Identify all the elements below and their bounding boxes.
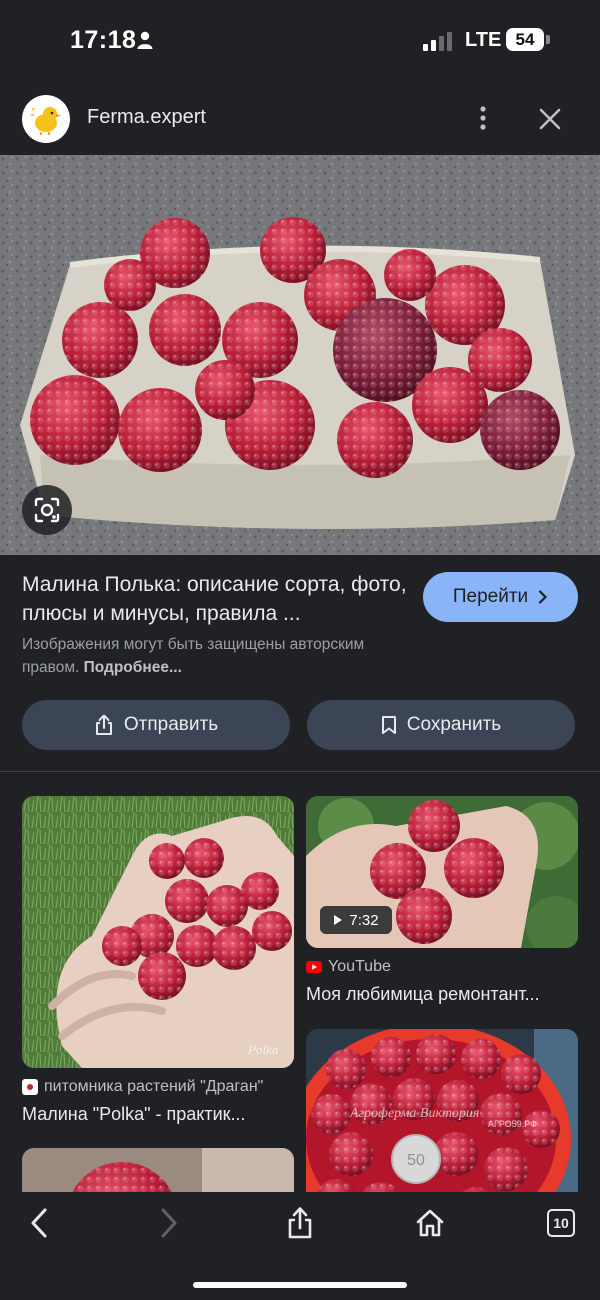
network-type: LTE: [465, 29, 502, 51]
play-icon: [334, 915, 343, 925]
home-indicator: [193, 1282, 407, 1288]
result-1-source-name: питомника растений "Драган": [44, 1078, 264, 1095]
video-duration: 7:32: [349, 911, 379, 929]
home-button[interactable]: [413, 1206, 447, 1240]
share-button[interactable]: Отправить: [22, 700, 290, 750]
result-2-source-name: YouTube: [328, 958, 391, 975]
result-title[interactable]: Малина Полька: описание сорта, фото, плю…: [22, 570, 412, 628]
copyright-notice: Изображения могут быть защищены авторски…: [22, 633, 422, 679]
divider: [0, 771, 600, 772]
tabs-button[interactable]: 10: [547, 1209, 575, 1237]
more-vert-icon[interactable]: [470, 104, 496, 132]
share-label: Отправить: [123, 714, 219, 735]
site-logo[interactable]: [22, 95, 70, 143]
forward-button[interactable]: [152, 1206, 186, 1240]
coin-value: 50: [407, 1152, 425, 1169]
viewer-header: Ferma.expert: [0, 80, 600, 156]
watermark-farm: Агроферма Виктория: [349, 1106, 479, 1121]
copyright-text: Изображения могут быть защищены авторски…: [22, 636, 365, 676]
site-name[interactable]: Ferma.expert: [87, 106, 206, 129]
chevron-right-icon: [539, 590, 548, 604]
share-icon: [288, 1207, 312, 1239]
share-icon: [95, 714, 112, 735]
related-image-1[interactable]: Polka: [22, 796, 294, 1068]
raspberries-on-hand-photo: Polka: [22, 796, 294, 1068]
main-image-raspberries[interactable]: [0, 155, 600, 555]
lens-icon: [34, 497, 60, 523]
battery-nub: [546, 35, 550, 44]
share-page-button[interactable]: [283, 1206, 317, 1240]
home-icon: [416, 1209, 444, 1237]
image-viewer-screen: 17:18 LTE 54 Ferma.expert Малина Полька:…: [0, 0, 600, 1300]
chick-icon: [31, 107, 61, 135]
battery-icon: 54: [506, 28, 544, 51]
signal-icon: [423, 32, 452, 51]
result-2-source[interactable]: YouTube: [306, 958, 578, 976]
status-bar: 17:18 LTE 54: [0, 0, 600, 80]
watermark-site: АГРО59.РФ: [488, 1119, 537, 1129]
favicon-icon: [22, 1079, 38, 1095]
result-1-source[interactable]: питомника растений "Драган": [22, 1078, 294, 1096]
person-icon: [137, 31, 153, 49]
visit-button[interactable]: Перейти: [423, 572, 578, 622]
raspberry-basket-photo: [0, 155, 600, 555]
status-time: 17:18: [70, 26, 137, 54]
bottom-toolbar: 10: [0, 1192, 600, 1300]
chevron-left-icon: [31, 1208, 47, 1238]
google-lens-button[interactable]: [22, 485, 72, 535]
visit-label: Перейти: [452, 586, 529, 607]
save-button[interactable]: Сохранить: [307, 700, 575, 750]
bookmark-icon: [381, 716, 396, 734]
back-button[interactable]: [22, 1206, 56, 1240]
related-image-2-video[interactable]: 7:32: [306, 796, 578, 948]
learn-more-link[interactable]: Подробнее...: [84, 659, 182, 676]
chevron-right-icon: [161, 1208, 177, 1238]
watermark-polka: Polka: [247, 1042, 279, 1057]
youtube-icon: [306, 961, 322, 973]
video-duration-badge: 7:32: [320, 906, 392, 934]
save-label: Сохранить: [406, 714, 502, 735]
result-1-title[interactable]: Малина "Polka" - практик...: [22, 1104, 294, 1125]
result-2-title[interactable]: Моя любимица ремонтант...: [306, 984, 578, 1005]
close-icon[interactable]: [536, 105, 564, 133]
